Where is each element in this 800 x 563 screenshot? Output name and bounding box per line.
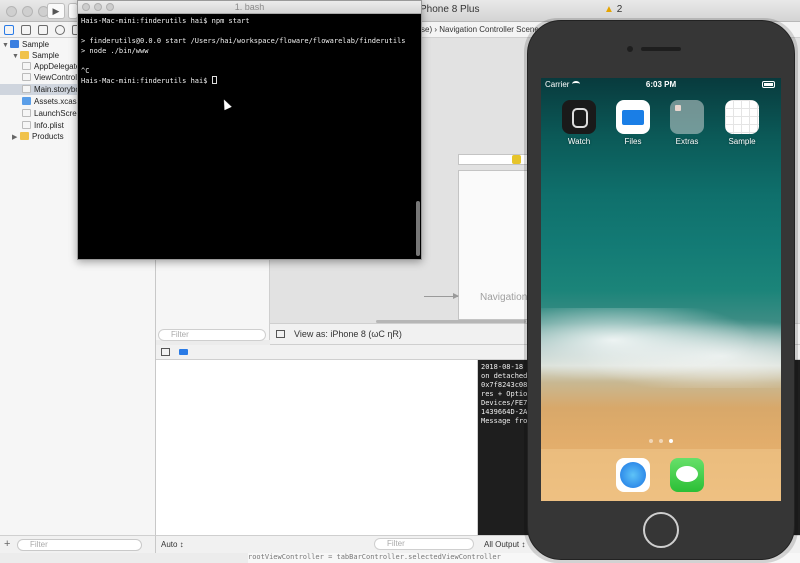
swift-file-icon: [22, 73, 31, 81]
battery-icon: [762, 81, 775, 88]
navigator-item-label: Info.plist: [34, 121, 64, 130]
symbol-navigator-icon[interactable]: [38, 25, 48, 35]
app-label: Extras: [675, 137, 699, 146]
terminal-cursor: [211, 76, 217, 84]
folder-icon: [20, 51, 29, 59]
app-watch[interactable]: Watch: [558, 100, 600, 146]
app-sample[interactable]: Sample: [721, 100, 763, 146]
app-label: Sample: [728, 137, 756, 146]
status-time: 6:03 PM: [645, 80, 677, 89]
navigator-item[interactable]: ▶ Products: [12, 131, 64, 142]
navigator-filter-input[interactable]: Filter: [17, 539, 142, 551]
warning-count: 2: [616, 4, 623, 15]
camera-icon: [627, 46, 633, 52]
entry-point-arrow-icon: [424, 293, 459, 299]
console-filter-input[interactable]: Filter: [374, 538, 474, 550]
scene-label: Navigation: [480, 292, 528, 303]
navigator-item[interactable]: Info.plist: [22, 120, 64, 131]
disclosure-down-icon[interactable]: ▼: [12, 51, 20, 62]
page-dot-active: [669, 439, 673, 443]
terminal-output[interactable]: Hais-Mac-mini:finderutils hai$ npm start…: [81, 16, 411, 256]
terminal-window[interactable]: 1. bash Hais-Mac-mini:finderutils hai$ n…: [77, 0, 422, 260]
view-controller-icon[interactable]: [512, 155, 521, 164]
storyboard-file-icon: [22, 85, 31, 93]
close-window-button[interactable]: [6, 6, 17, 17]
storyboard-file-icon: [22, 109, 31, 117]
navigator-item[interactable]: ▼ Sample: [12, 50, 59, 61]
assets-folder-icon: [22, 97, 31, 105]
view-as-device-button[interactable]: View as: iPhone 8 (ωC ηR): [294, 329, 402, 339]
navigator-item-label: Products: [32, 132, 64, 141]
wallpaper-wave: [541, 308, 781, 388]
disclosure-down-icon[interactable]: ▼: [2, 40, 10, 51]
breakpoints-icon[interactable]: [179, 349, 188, 355]
variables-view: [156, 360, 478, 535]
navigator-filter-bar: + Filter: [0, 535, 156, 553]
warning-icon: ▲: [604, 4, 614, 15]
app-label: Files: [624, 137, 642, 146]
app-label: Watch: [567, 137, 591, 146]
find-navigator-icon[interactable]: [55, 25, 65, 35]
safari-icon[interactable]: [616, 458, 650, 492]
page-dot: [659, 439, 663, 443]
folder-icon: [20, 132, 29, 140]
run-button[interactable]: ▶: [47, 3, 65, 19]
terminal-prompt: Hais-Mac-mini:finderutils hai$: [81, 77, 212, 85]
source-control-icon[interactable]: [21, 25, 31, 35]
extras-folder-icon: [670, 100, 704, 134]
page-dot: [649, 439, 653, 443]
output-select[interactable]: All Output ↕: [484, 540, 525, 549]
speaker-grille: [641, 47, 681, 51]
files-icon: [616, 100, 650, 134]
navigator-item-label: Sample: [32, 51, 60, 60]
messages-icon[interactable]: [670, 458, 704, 492]
outline-filter-input[interactable]: Filter: [158, 329, 266, 341]
dock: [541, 449, 781, 501]
variables-scope-select[interactable]: Auto ↕: [161, 540, 184, 549]
add-file-icon[interactable]: +: [4, 538, 10, 550]
minimize-window-button[interactable]: [22, 6, 33, 17]
app-extras-folder[interactable]: Extras: [666, 100, 708, 146]
terminal-line: ^C: [81, 67, 90, 75]
outline-toggle-icon[interactable]: [276, 330, 285, 338]
terminal-scrollbar[interactable]: [416, 201, 420, 256]
home-button[interactable]: [643, 512, 679, 548]
app-files[interactable]: Files: [612, 100, 654, 146]
navigator-item[interactable]: ▼ Sample: [2, 39, 49, 50]
terminal-line: > finderutils@0.0.0 start /Users/hai/wor…: [81, 37, 406, 45]
terminal-prompt-line[interactable]: Hais-Mac-mini:finderutils hai$: [81, 76, 411, 86]
warning-badge[interactable]: ▲ 2: [604, 4, 622, 15]
watch-icon: [562, 100, 596, 134]
project-icon: [10, 40, 19, 48]
terminal-title: 1. bash: [234, 2, 265, 12]
plist-file-icon: [22, 121, 31, 129]
scheme-destination[interactable]: Phone 8 Plus: [420, 4, 480, 15]
terminal-line: Hais-Mac-mini:finderutils hai$ npm start: [81, 17, 250, 25]
sample-app-icon: [725, 100, 759, 134]
play-icon: ▶: [52, 6, 60, 16]
home-screen[interactable]: Carrier 6:03 PM Watch Files Extras Sampl…: [541, 78, 781, 501]
disclosure-right-icon[interactable]: ▶: [12, 132, 20, 143]
terminal-titlebar[interactable]: 1. bash: [78, 1, 421, 14]
project-navigator-icon[interactable]: [4, 25, 14, 35]
hide-debug-area-icon[interactable]: [161, 348, 170, 356]
swift-file-icon: [22, 62, 31, 70]
navigator-item-label: Sample: [22, 40, 50, 49]
status-bar: Carrier 6:03 PM: [541, 78, 781, 92]
terminal-line: > node ./bin/www: [81, 47, 149, 55]
